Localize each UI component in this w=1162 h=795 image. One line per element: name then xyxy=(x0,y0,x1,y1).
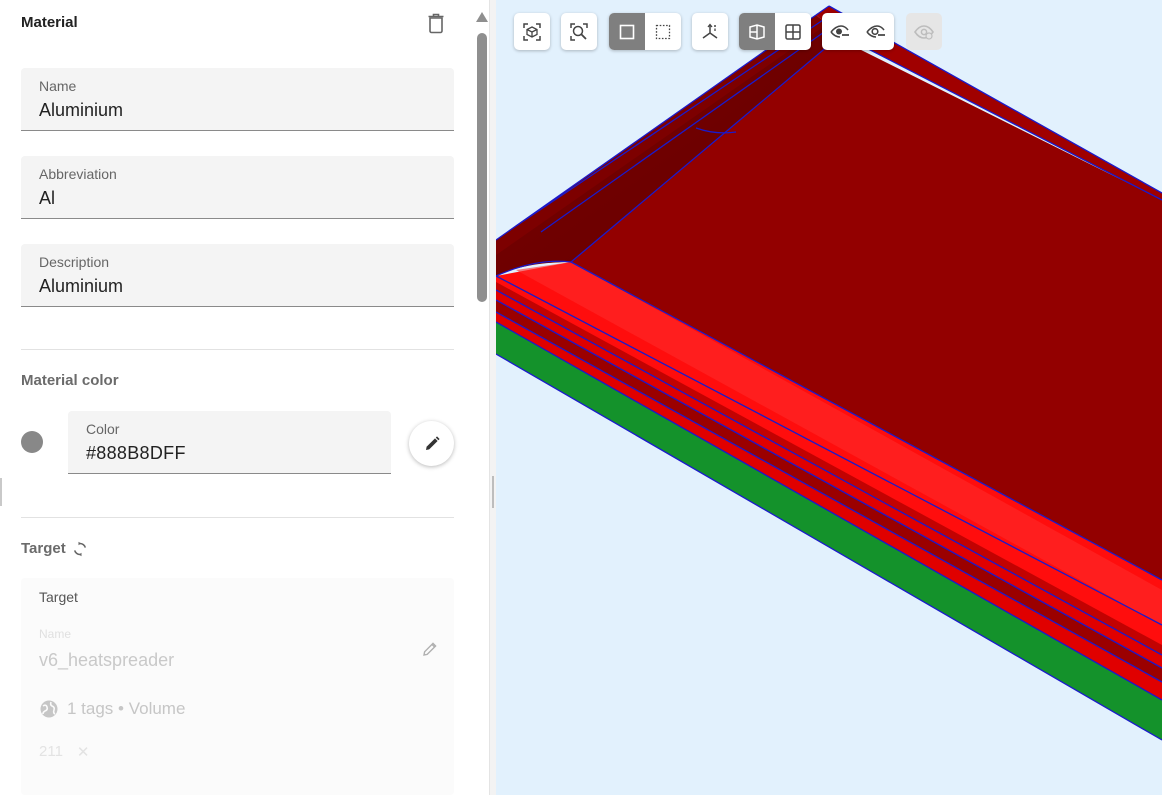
target-name-value: v6_heatspreader xyxy=(39,650,175,670)
grid-view-icon xyxy=(785,23,801,40)
edit-color-button[interactable] xyxy=(409,421,454,466)
toolbar-show-all xyxy=(906,13,942,50)
solid-select-icon xyxy=(619,24,635,39)
target-chip: 211 ✕ xyxy=(39,743,90,761)
abbreviation-input[interactable]: Al xyxy=(39,188,55,209)
edit-target-button[interactable] xyxy=(421,640,441,660)
abbreviation-label: Abbreviation xyxy=(39,166,117,182)
pencil-icon xyxy=(423,642,437,656)
color-input[interactable]: #888B8DFF xyxy=(86,443,186,464)
color-field[interactable]: Color #888B8DFF xyxy=(68,411,391,474)
toolbar-selection xyxy=(609,13,681,50)
show-all-button[interactable] xyxy=(906,13,942,50)
axes-icon xyxy=(702,22,718,39)
abbreviation-field[interactable]: Abbreviation Al xyxy=(21,156,454,219)
fit-view-icon xyxy=(523,22,541,41)
toolbar-view xyxy=(739,13,811,50)
toolbar-axes xyxy=(692,13,728,50)
name-field[interactable]: Name Aluminium xyxy=(21,68,454,131)
globe-icon xyxy=(40,700,58,718)
target-title: Target xyxy=(21,540,88,557)
chip-remove-icon[interactable]: ✕ xyxy=(77,743,90,761)
box-select-button[interactable] xyxy=(645,13,681,50)
show-button[interactable] xyxy=(858,13,894,50)
description-label: Description xyxy=(39,254,110,270)
panel-title: Material xyxy=(21,14,78,31)
toolbar-visibility xyxy=(822,13,894,50)
refresh-icon[interactable] xyxy=(72,541,88,557)
trash-icon xyxy=(428,13,444,34)
panel-edge-handle xyxy=(0,478,2,506)
panel-splitter[interactable] xyxy=(489,0,496,795)
hide-icon xyxy=(830,24,849,38)
description-field[interactable]: Description Aluminium xyxy=(21,244,454,307)
target-card: Target Name v6_heatspreader 1 tags • Vol… xyxy=(21,578,454,795)
delete-button[interactable] xyxy=(426,12,446,34)
section-view-button[interactable] xyxy=(739,13,775,50)
splitter-grip[interactable] xyxy=(492,476,494,508)
scrollbar-thumb[interactable] xyxy=(477,33,487,302)
target-name-label: Name xyxy=(39,627,72,641)
toolbar-fit xyxy=(514,13,550,50)
3d-viewport[interactable] xyxy=(496,0,1162,795)
solid-select-button[interactable] xyxy=(609,13,645,50)
description-input[interactable]: Aluminium xyxy=(39,276,123,297)
toolbar-zoom xyxy=(561,13,597,50)
axes-button[interactable] xyxy=(692,13,728,50)
box-select-icon xyxy=(655,24,671,39)
chip-value: 211 xyxy=(39,743,63,760)
divider xyxy=(21,349,454,350)
show-icon xyxy=(866,24,885,38)
hide-button[interactable] xyxy=(822,13,858,50)
fit-view-button[interactable] xyxy=(514,13,550,50)
target-title-text: Target xyxy=(21,540,66,557)
pencil-icon xyxy=(425,435,440,450)
color-label: Color xyxy=(86,421,120,437)
target-card-label: Target xyxy=(39,589,78,605)
target-tags: 1 tags • Volume xyxy=(39,699,185,719)
show-all-icon xyxy=(914,24,934,40)
3d-scene[interactable] xyxy=(496,0,1162,795)
name-label: Name xyxy=(39,78,77,94)
material-panel: Material Name Aluminium Abbreviation Al … xyxy=(0,0,476,795)
name-input[interactable]: Aluminium xyxy=(39,100,123,121)
tags-text: 1 tags • Volume xyxy=(67,699,186,718)
color-swatch xyxy=(21,431,43,453)
zoom-area-icon xyxy=(570,22,588,41)
section-view-icon xyxy=(749,23,765,40)
material-color-title: Material color xyxy=(21,372,119,389)
grid-view-button[interactable] xyxy=(775,13,811,50)
divider xyxy=(21,517,454,518)
scroll-up-arrow[interactable] xyxy=(476,12,488,22)
zoom-area-button[interactable] xyxy=(561,13,597,50)
